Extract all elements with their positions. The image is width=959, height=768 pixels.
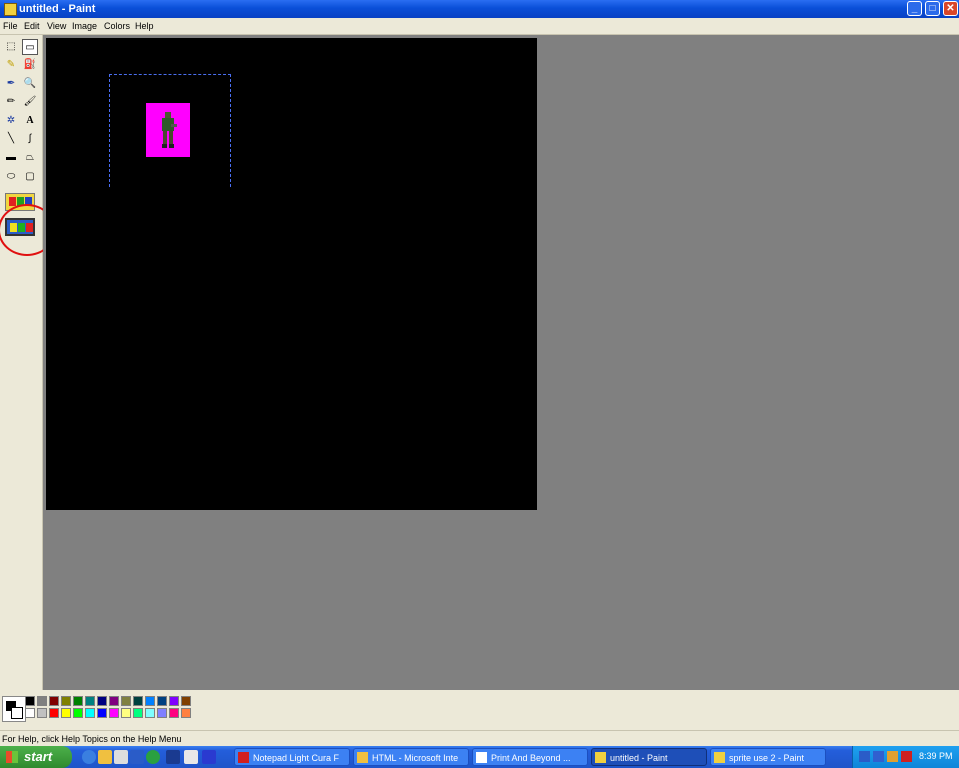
- folder-task-icon: [357, 752, 368, 763]
- palette-color-swatch[interactable]: [49, 708, 59, 718]
- select-icon[interactable]: ▭: [22, 39, 38, 55]
- rectangle-icon[interactable]: ▬: [3, 150, 19, 166]
- toolbox: ⬚ ▭ ✎ ⛽ ✒ 🔍 ✏ 🖌 ✲ A ╲ ∫ ▬ ⏢ ⬭ ▢: [0, 35, 56, 690]
- palette-color-swatch[interactable]: [121, 696, 131, 706]
- task-sprite-paint[interactable]: sprite use 2 - Paint: [710, 748, 826, 766]
- taskbar: start Notepad Light Cura F HTML - Micros…: [0, 746, 959, 768]
- notepad-task-icon: [238, 752, 249, 763]
- fill-with-color-icon[interactable]: ⛽: [22, 57, 38, 73]
- menu-bar: File Edit View Image Colors Help: [0, 18, 959, 35]
- palette-color-swatch[interactable]: [97, 708, 107, 718]
- start-button[interactable]: start: [0, 746, 72, 768]
- polygon-icon[interactable]: ⏢: [22, 150, 38, 166]
- status-bar: For Help, click Help Topics on the Help …: [0, 730, 959, 747]
- security-icon[interactable]: [901, 751, 912, 762]
- palette-color-swatch[interactable]: [61, 696, 71, 706]
- volume-icon[interactable]: [873, 751, 884, 762]
- eraser-icon[interactable]: ✎: [3, 57, 19, 73]
- paint-app-icon[interactable]: [4, 3, 17, 16]
- word-icon[interactable]: [130, 750, 144, 764]
- minimize-button[interactable]: _: [907, 1, 922, 16]
- palette-color-swatch[interactable]: [133, 708, 143, 718]
- palette-color-swatch[interactable]: [85, 708, 95, 718]
- palette-color-swatch[interactable]: [49, 696, 59, 706]
- menu-edit[interactable]: Edit: [24, 21, 40, 31]
- palette-color-swatch[interactable]: [37, 696, 47, 706]
- paint-task-icon: [714, 752, 725, 763]
- windows-flag-icon: [6, 751, 18, 763]
- brush-icon[interactable]: 🖌: [22, 94, 38, 110]
- outlook-icon[interactable]: [98, 750, 112, 764]
- palette-color-swatch[interactable]: [181, 708, 191, 718]
- menu-image[interactable]: Image: [72, 21, 97, 31]
- palette-color-swatch[interactable]: [85, 696, 95, 706]
- antivirus-icon[interactable]: [887, 751, 898, 762]
- line-icon[interactable]: ╲: [3, 131, 19, 147]
- palette-color-swatch[interactable]: [97, 696, 107, 706]
- palette-color-swatch[interactable]: [73, 708, 83, 718]
- palette-color-swatch[interactable]: [25, 696, 35, 706]
- maximize-button[interactable]: □: [925, 1, 940, 16]
- airbrush-icon[interactable]: ✲: [3, 113, 19, 129]
- start-label: start: [24, 749, 53, 764]
- palette-color-swatch[interactable]: [37, 708, 47, 718]
- task-notepad[interactable]: Notepad Light Cura F: [234, 748, 350, 766]
- menu-colors[interactable]: Colors: [104, 21, 130, 31]
- magnifier-icon[interactable]: 🔍: [22, 76, 38, 92]
- palette-color-swatch[interactable]: [61, 708, 71, 718]
- soldier-icon: [162, 112, 177, 148]
- menu-view[interactable]: View: [47, 21, 66, 31]
- rounded-rectangle-icon[interactable]: ▢: [22, 169, 38, 185]
- palette-color-swatch[interactable]: [133, 696, 143, 706]
- palette-color-swatch[interactable]: [25, 708, 35, 718]
- messenger-icon[interactable]: [166, 750, 180, 764]
- system-tray: 8:39 PM: [852, 746, 959, 768]
- internet-explorer-icon[interactable]: [82, 750, 96, 764]
- palette-color-swatch[interactable]: [145, 696, 155, 706]
- notepad-icon[interactable]: [184, 750, 198, 764]
- palette-color-swatch[interactable]: [169, 708, 179, 718]
- current-colors[interactable]: [2, 696, 26, 722]
- clock[interactable]: 8:39 PM: [919, 751, 953, 761]
- text-icon[interactable]: A: [22, 113, 38, 129]
- palette-color-swatch[interactable]: [73, 696, 83, 706]
- task-internet-explorer[interactable]: HTML - Microsoft Inte: [353, 748, 469, 766]
- media-icon[interactable]: [114, 750, 128, 764]
- globe-icon[interactable]: [146, 750, 160, 764]
- free-form-select-icon[interactable]: ⬚: [3, 39, 19, 55]
- task-untitled-paint[interactable]: untitled - Paint: [591, 748, 707, 766]
- curve-icon[interactable]: ∫: [22, 131, 38, 147]
- close-button[interactable]: ✕: [943, 1, 958, 16]
- background-color[interactable]: [11, 707, 23, 719]
- opaque-shape-icon: [9, 197, 16, 206]
- menu-help[interactable]: Help: [135, 21, 154, 31]
- palette-color-swatch[interactable]: [181, 696, 191, 706]
- title-bar[interactable]: untitled - Paint _ □ ✕: [0, 0, 959, 18]
- palette-color-swatch[interactable]: [121, 708, 131, 718]
- palette-color-swatch[interactable]: [109, 696, 119, 706]
- palette-color-swatch[interactable]: [169, 696, 179, 706]
- color-box: [0, 690, 959, 730]
- palette-color-swatch[interactable]: [157, 696, 167, 706]
- soldier-sprite-image[interactable]: [146, 103, 190, 157]
- network-icon[interactable]: [859, 751, 870, 762]
- ellipse-icon[interactable]: ⬭: [3, 169, 19, 185]
- pencil-icon[interactable]: ✏: [3, 94, 19, 110]
- task-print-and-beyond[interactable]: Print And Beyond ...: [472, 748, 588, 766]
- shortcut-icon[interactable]: [202, 750, 216, 764]
- palette-color-swatch[interactable]: [157, 708, 167, 718]
- palette-color-swatch[interactable]: [109, 708, 119, 718]
- menu-file[interactable]: File: [3, 21, 18, 31]
- window-title: untitled - Paint: [19, 3, 96, 15]
- palette-color-swatch[interactable]: [145, 708, 155, 718]
- paint-task-icon: [595, 752, 606, 763]
- document-task-icon: [476, 752, 487, 763]
- pick-color-icon[interactable]: ✒: [3, 76, 19, 92]
- status-help-text: For Help, click Help Topics on the Help …: [2, 734, 182, 744]
